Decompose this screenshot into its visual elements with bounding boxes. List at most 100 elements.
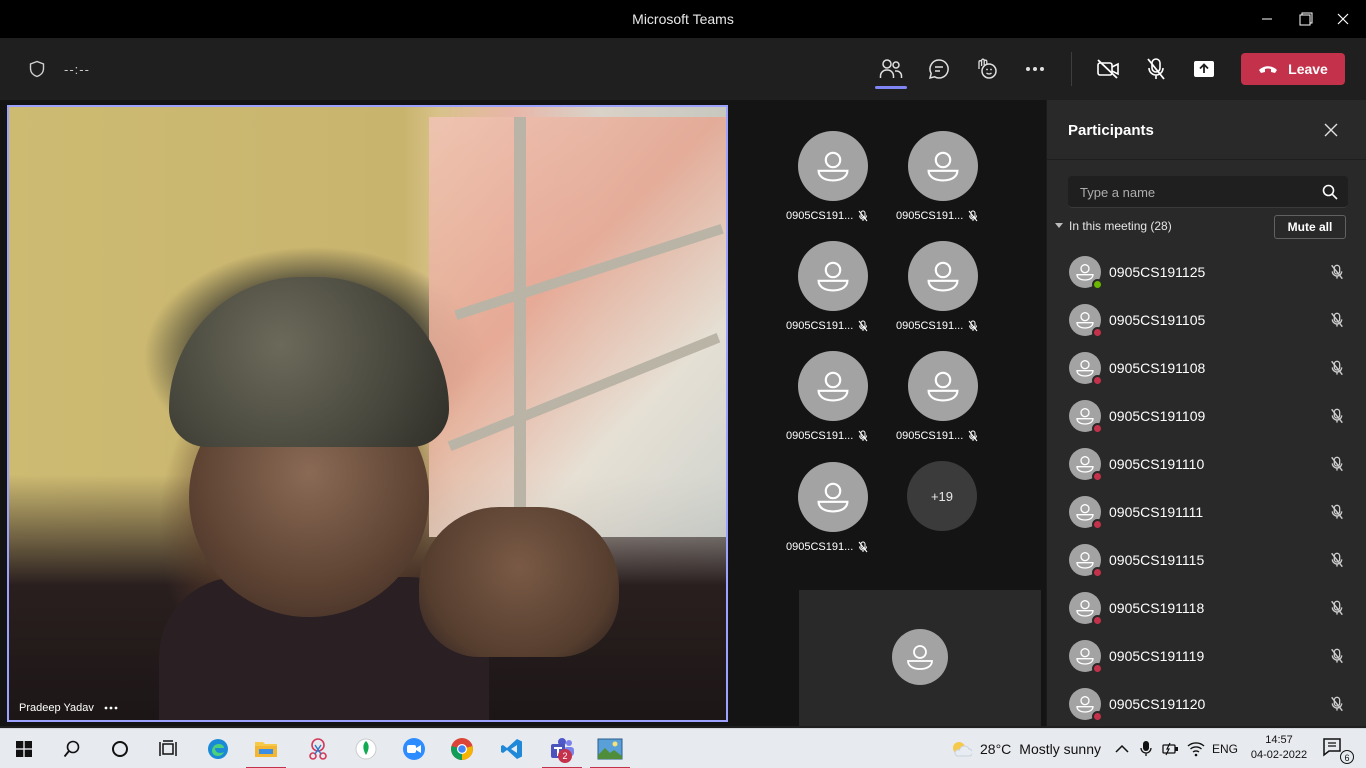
scissors-icon [309, 738, 327, 760]
participant-mic-button[interactable] [1330, 552, 1344, 573]
close-icon[interactable] [1323, 122, 1339, 138]
participant-mic-button[interactable] [1330, 408, 1344, 429]
taskbar-photos[interactable] [586, 729, 634, 768]
speaker-video[interactable]: Pradeep Yadav [7, 105, 728, 722]
video-person-cap [169, 277, 449, 447]
participant-row[interactable]: 0905CS191109 [1047, 392, 1366, 440]
sun-cloud-icon [953, 742, 972, 757]
mic-toggle-button[interactable] [1139, 54, 1173, 84]
participant-tile-label: 0905CS191... [896, 320, 992, 332]
taskbar-mongodb[interactable] [342, 729, 390, 768]
participant-row[interactable]: 0905CS191120 [1047, 680, 1366, 728]
participant-row[interactable]: 0905CS191111 [1047, 488, 1366, 536]
raise-hand-icon [978, 58, 997, 79]
participant-mic-button[interactable] [1330, 312, 1344, 333]
language-indicator[interactable]: ENG [1212, 742, 1238, 756]
presence-status [1092, 519, 1103, 530]
share-content-button[interactable] [1187, 54, 1221, 84]
reactions-button[interactable] [970, 54, 1004, 84]
active-tab-indicator [875, 86, 907, 89]
windows-taskbar: 2 28°C Mostly sunny ENG 14:57 04-02-2022… [0, 728, 1366, 768]
taskbar-file-explorer[interactable] [242, 729, 290, 768]
action-center-button[interactable]: 6 [1322, 737, 1354, 764]
start-button[interactable] [0, 729, 48, 768]
notification-count: 6 [1340, 750, 1354, 764]
show-participants-button[interactable] [874, 54, 908, 84]
participant-mic-button[interactable] [1330, 456, 1344, 477]
participant-tile[interactable]: 0905CS191... [896, 241, 1006, 345]
participant-tile[interactable]: 0905CS191... [786, 351, 896, 455]
participant-row[interactable]: 0905CS191108 [1047, 344, 1366, 392]
meeting-toolbar: --:-- Leave [0, 38, 1366, 100]
microphone-icon[interactable] [1140, 741, 1152, 757]
power-plug-icon[interactable] [1162, 741, 1180, 757]
participant-tile[interactable]: 0905CS191... [786, 462, 896, 566]
participant-row[interactable]: 0905CS191119 [1047, 632, 1366, 680]
camera-toggle-button[interactable] [1091, 54, 1125, 84]
presence-status [1092, 615, 1103, 626]
mic-off-icon [1331, 696, 1343, 712]
participant-row[interactable]: 0905CS191115 [1047, 536, 1366, 584]
show-chat-button[interactable] [922, 54, 956, 84]
taskbar-chrome[interactable] [438, 729, 486, 768]
participant-mic-button[interactable] [1330, 648, 1344, 669]
avatar [1069, 256, 1103, 290]
participant-tile[interactable]: 0905CS191... [786, 241, 896, 345]
participant-name: 0905CS191119 [1109, 648, 1205, 664]
weather-temp: 28°C [980, 741, 1012, 757]
participant-mic-button[interactable] [1330, 264, 1344, 285]
chevron-up-icon[interactable] [1115, 744, 1129, 754]
chevron-down-icon [1055, 223, 1063, 228]
cortana-icon [112, 741, 128, 757]
close-window-button[interactable] [1320, 0, 1366, 38]
participant-row[interactable]: 0905CS191110 [1047, 440, 1366, 488]
more-icon [1026, 67, 1044, 71]
shield-icon[interactable] [28, 60, 46, 78]
taskbar-edge[interactable] [194, 729, 242, 768]
participant-tile-name: 0905CS191... [896, 320, 964, 332]
window-title: Microsoft Teams [632, 11, 734, 27]
taskbar-vscode[interactable] [488, 729, 536, 768]
more-actions-button[interactable] [1018, 54, 1052, 84]
window-bar [514, 117, 526, 537]
avatar [1069, 592, 1103, 626]
task-view-button[interactable] [144, 729, 192, 768]
avatar [1069, 400, 1103, 434]
avatar [798, 241, 868, 311]
in-meeting-section-toggle[interactable]: In this meeting (28) [1055, 219, 1172, 233]
participant-mic-button[interactable] [1330, 696, 1344, 717]
participant-row[interactable]: 0905CS191125 [1047, 248, 1366, 296]
leave-button[interactable]: Leave [1241, 53, 1345, 85]
weather-widget[interactable]: 28°C Mostly sunny [950, 739, 1101, 759]
toolbar-divider [1071, 52, 1072, 86]
taskbar-teams[interactable]: 2 [538, 729, 586, 768]
participant-tile[interactable]: 0905CS191... [786, 131, 896, 235]
participant-mic-button[interactable] [1330, 504, 1344, 525]
taskbar-zoom[interactable] [390, 729, 438, 768]
wifi-icon[interactable] [1187, 741, 1205, 757]
participant-tile-name: 0905CS191... [786, 210, 854, 222]
system-clock[interactable]: 14:57 04-02-2022 [1250, 733, 1308, 763]
taskbar-search-button[interactable] [48, 729, 96, 768]
search-icon[interactable] [1322, 184, 1338, 200]
participant-row[interactable]: 0905CS191118 [1047, 584, 1366, 632]
minimize-icon [1262, 18, 1272, 20]
mute-all-button[interactable]: Mute all [1274, 215, 1346, 239]
more-participants-tile[interactable]: +19 [907, 461, 977, 531]
participant-row[interactable]: 0905CS191105 [1047, 296, 1366, 344]
task-view-icon [159, 740, 177, 756]
person-icon [817, 261, 849, 292]
taskbar-snipping-tool[interactable] [294, 729, 342, 768]
self-view-tile[interactable] [799, 590, 1041, 726]
presence-status [1092, 663, 1103, 674]
participant-mic-button[interactable] [1330, 360, 1344, 381]
participant-mic-button[interactable] [1330, 600, 1344, 621]
participant-search-input[interactable] [1068, 176, 1308, 208]
participant-tile[interactable]: 0905CS191... [896, 351, 1006, 455]
participant-tile[interactable]: 0905CS191... [896, 131, 1006, 235]
hang-up-icon [1259, 66, 1278, 73]
photos-icon [597, 738, 623, 760]
avatar [1069, 352, 1103, 386]
more-icon[interactable] [104, 706, 118, 710]
cortana-button[interactable] [96, 729, 144, 768]
